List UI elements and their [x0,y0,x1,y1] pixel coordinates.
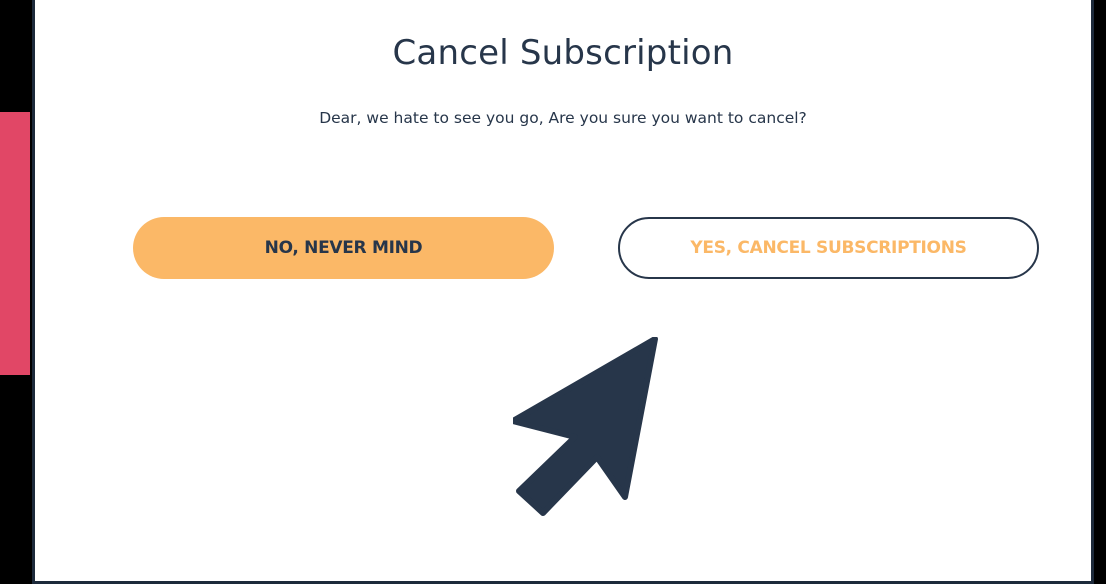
dialog-message: Dear, we hate to see you go, Are you sur… [319,109,807,127]
dialog-title: Cancel Subscription [392,33,734,73]
cancel-subscription-dialog: Cancel Subscription Dear, we hate to see… [32,0,1094,584]
mouse-pointer-arrow-icon [513,337,658,516]
confirm-cancel-button[interactable]: YES, CANCEL SUBSCRIPTIONS [618,217,1039,279]
confirm-cancel-button-label: YES, CANCEL SUBSCRIPTIONS [690,238,967,258]
never-mind-button[interactable]: NO, NEVER MIND [133,217,554,279]
accent-strip [0,112,30,375]
never-mind-button-label: NO, NEVER MIND [264,238,423,258]
